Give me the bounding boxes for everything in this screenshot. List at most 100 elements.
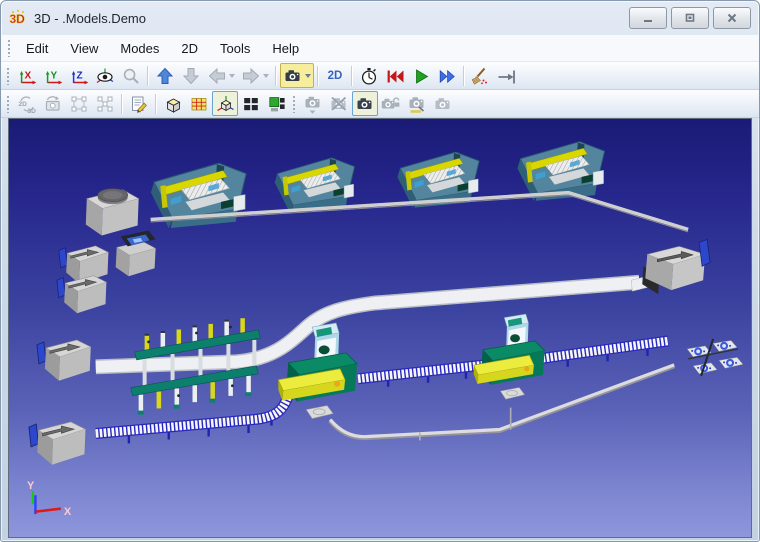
pallet-1[interactable] [305,405,334,419]
minimize-button[interactable] [629,7,667,29]
close-button[interactable] [713,7,751,29]
toolbar-main-grip[interactable] [6,66,10,85]
toolbar-view-grip[interactable] [6,94,10,113]
new-3d-window-button[interactable] [264,91,290,116]
snapshot-button[interactable] [40,91,66,116]
drum-machine[interactable] [85,188,140,236]
show-coordinates-button[interactable] [212,91,238,116]
viewport-3d[interactable]: Y X [8,118,752,538]
axis-indicator: Y X [27,480,72,518]
camera-down-icon [305,96,320,114]
fast-forward-button[interactable] [434,63,460,88]
camera-user-button[interactable] [430,91,456,116]
drain-box[interactable] [631,238,711,295]
camera-view-button[interactable] [280,63,314,88]
open-2d-button[interactable]: 2D [322,63,348,88]
toggle-2d-3d-button[interactable]: 2D 3D [14,91,40,116]
menu-2d[interactable]: 2D [170,38,209,59]
pallet-2[interactable] [500,387,525,400]
camera-edit-icon [409,96,425,113]
reset-simulation-button[interactable] [382,63,408,88]
camera-standard-button[interactable] [352,91,378,116]
broom-icon [471,67,487,85]
arrow-right-icon [243,67,260,84]
properties-button[interactable] [126,91,152,116]
step-button[interactable] [494,63,520,88]
frame-nodes-icon [71,96,87,111]
separator [147,65,149,86]
play-icon [416,68,429,84]
reset-contents-button[interactable] [468,63,494,88]
axis-x-icon: X [19,70,37,84]
skip-back-icon [387,70,404,82]
separator [351,65,353,86]
move-up-button[interactable] [152,63,178,88]
window-title: 3D - .Models.Demo [34,10,146,26]
camera-unlock-button[interactable] [378,91,404,116]
small-machine[interactable] [115,230,157,277]
select-nodes-button[interactable] [92,91,118,116]
camera-icon [285,69,300,81]
start-simulation-button[interactable] [408,63,434,88]
menu-tools[interactable]: Tools [209,38,261,59]
menu-view[interactable]: View [59,38,109,59]
show-grid-button[interactable] [186,91,212,116]
separator [275,65,277,86]
toggle-2d-3d-icon: 2D 3D [19,95,36,114]
menubar-grip[interactable] [7,39,11,57]
fast-forward-icon [439,69,455,83]
snapshot-icon [45,95,60,111]
minimize-icon [644,20,652,22]
event-controller-button[interactable] [356,63,382,88]
restore-button[interactable] [671,7,709,29]
camera-edit-button[interactable] [404,91,430,116]
menu-edit[interactable]: Edit [15,38,59,59]
camera-delete-icon [331,96,347,111]
arrow-up-icon [156,67,174,84]
forward-dropdown-caret[interactable] [263,73,269,78]
stopwatch-icon [361,67,377,85]
solid-view-button[interactable] [160,91,186,116]
set-view-x-button[interactable]: X [14,63,40,88]
assembly-station-2[interactable] [473,313,546,386]
titlebar[interactable]: 3D 3D - .Models.Demo [1,1,759,35]
restore-icon [685,13,695,22]
menu-modes[interactable]: Modes [109,38,170,59]
app-window: 3D 3D - .Models.Demo Edit View Modes 2D … [0,0,760,542]
back-button[interactable] [204,63,238,88]
nodes-cross-icon [97,96,113,111]
pallet-buffer[interactable] [686,338,744,377]
back-dropdown-caret[interactable] [229,73,235,78]
magnifier-icon [123,68,139,84]
axis-y-icon: Y [45,70,63,84]
source-box-4[interactable] [28,421,87,466]
cube-icon [166,97,181,113]
source-box-2[interactable] [56,275,107,314]
processing-station-2[interactable] [274,157,355,213]
grid-icon [191,97,207,110]
camera-unlock-icon [381,96,400,108]
forward-button[interactable] [238,63,272,88]
zoom-button[interactable] [118,63,144,88]
separator [121,93,123,114]
arrow-down-icon [182,67,200,84]
app-icon: 3D [9,9,29,27]
set-view-z-button[interactable]: Z [66,63,92,88]
menu-help[interactable]: Help [261,38,310,59]
svg-text:Z: Z [77,70,83,81]
camera-delete-button[interactable] [326,91,352,116]
source-box-3[interactable] [36,339,92,382]
axis-z-icon: Z [71,70,89,84]
set-view-y-button[interactable]: Y [40,63,66,88]
open-2d-label: 2D [327,69,343,82]
camera-dropdown-caret[interactable] [305,73,311,78]
separator [155,93,157,114]
tile-windows-button[interactable] [238,91,264,116]
camera-down-button[interactable] [300,91,326,116]
viewing-mode-button[interactable] [92,63,118,88]
arrow-left-icon [208,67,225,84]
toolbar-camera-grip[interactable] [292,94,296,113]
move-down-button[interactable] [178,63,204,88]
select-frame-button[interactable] [66,91,92,116]
source-box-1[interactable] [58,245,109,284]
